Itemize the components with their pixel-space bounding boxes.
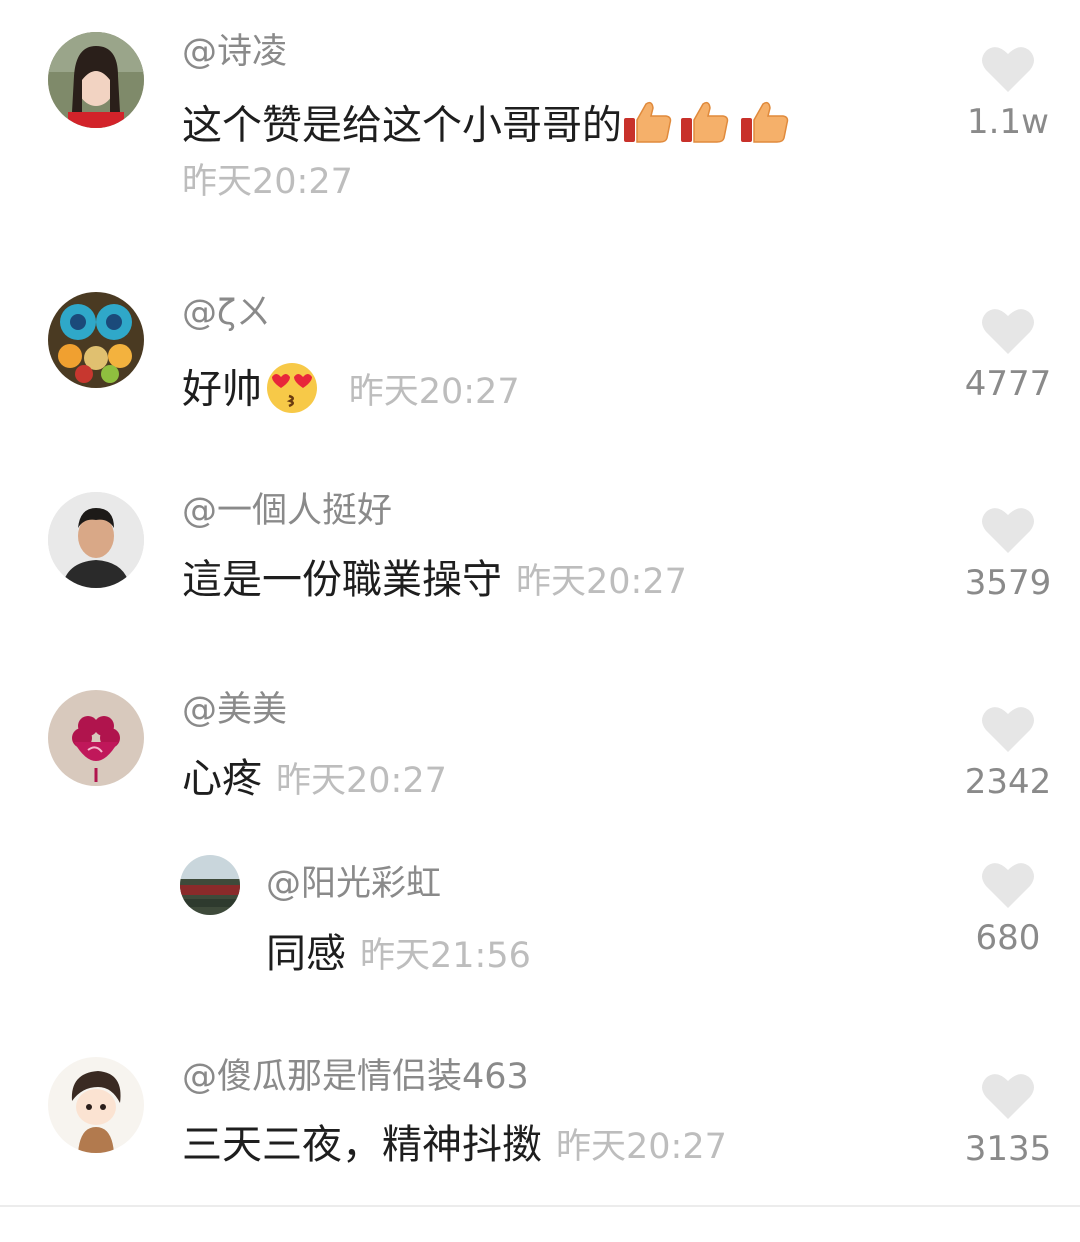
comment-text: 好帅 昨天20:27: [182, 358, 520, 425]
comment-text: 心疼 昨天20:27: [182, 755, 447, 805]
comment-text: 三天三夜，精神抖擞 昨天20:27: [182, 1121, 727, 1171]
like-button[interactable]: 2342: [953, 704, 1063, 802]
divider: [0, 1205, 1080, 1207]
kissing-heart-eyes-icon: [262, 358, 322, 425]
like-count: 3135: [964, 1129, 1052, 1169]
username[interactable]: @一個人挺好: [182, 491, 392, 531]
comment-text: 这个赞是给这个小哥哥的: [182, 98, 796, 157]
like-button[interactable]: 3579: [953, 505, 1063, 603]
comment-text-content: 好帅: [182, 366, 262, 413]
like-count: 680: [975, 918, 1041, 958]
like-button[interactable]: 4777: [953, 306, 1063, 404]
timestamp: 昨天20:27: [516, 562, 687, 602]
pink-flower-icon: [48, 690, 144, 786]
comment-text-content: 同感: [266, 931, 346, 977]
avatar[interactable]: [48, 690, 144, 786]
like-count: 2342: [964, 762, 1052, 802]
comment-text-content: 這是一份職業操守: [182, 557, 502, 603]
thumbs-up-icon: [676, 98, 736, 157]
thumbs-up-icon: [622, 98, 676, 157]
comment-item: @诗凌 这个赞是给这个小哥哥的 昨天20:27 1.1w: [0, 0, 1080, 230]
heart-icon: [982, 508, 1034, 553]
username[interactable]: @诗凌: [182, 32, 287, 72]
heart-icon: [982, 1074, 1034, 1119]
username[interactable]: @ζㄨ: [182, 293, 271, 333]
thumbs-up-icon: [736, 98, 796, 157]
timestamp: 昨天20:27: [276, 761, 447, 801]
username[interactable]: @傻瓜那是情侣装463: [182, 1057, 529, 1097]
like-button[interactable]: 680: [953, 860, 1063, 958]
man-photo-icon: [48, 492, 144, 588]
woman-photo-icon: [48, 32, 144, 128]
avatar[interactable]: [48, 32, 144, 128]
timestamp: 昨天21:56: [360, 936, 531, 976]
comment-text: 這是一份職業操守 昨天20:27: [182, 556, 687, 606]
heart-icon: [982, 47, 1034, 92]
like-button[interactable]: 1.1w: [953, 44, 1063, 142]
fruit-basket-icon: [48, 292, 144, 388]
like-button[interactable]: 3135: [953, 1071, 1063, 1169]
username[interactable]: @阳光彩虹: [266, 864, 441, 904]
timestamp: 昨天20:27: [182, 162, 353, 202]
comment-text-content: 这个赞是给这个小哥哥的: [182, 102, 622, 149]
comment-text-content: 三天三夜，精神抖擞: [182, 1122, 542, 1168]
avatar[interactable]: [48, 492, 144, 588]
crowd-photo-icon: [180, 855, 240, 915]
heart-icon: [982, 309, 1034, 354]
like-count: 3579: [964, 563, 1052, 603]
avatar[interactable]: [180, 855, 240, 915]
comment-text-content: 心疼: [182, 756, 262, 802]
timestamp: 昨天20:27: [348, 371, 520, 412]
timestamp: 昨天20:27: [556, 1127, 727, 1167]
like-count: 4777: [964, 364, 1052, 404]
avatar[interactable]: [48, 1057, 144, 1153]
comment-text: 同感 昨天21:56: [266, 930, 531, 980]
heart-icon: [982, 707, 1034, 752]
like-count: 1.1w: [967, 102, 1049, 142]
avatar[interactable]: [48, 292, 144, 388]
cartoon-boy-icon: [48, 1057, 144, 1153]
comment-item: @傻瓜那是情侣装463 三天三夜，精神抖擞 昨天20:27 3135: [0, 0, 1080, 1169]
username[interactable]: @美美: [182, 690, 287, 730]
heart-icon: [982, 863, 1034, 908]
